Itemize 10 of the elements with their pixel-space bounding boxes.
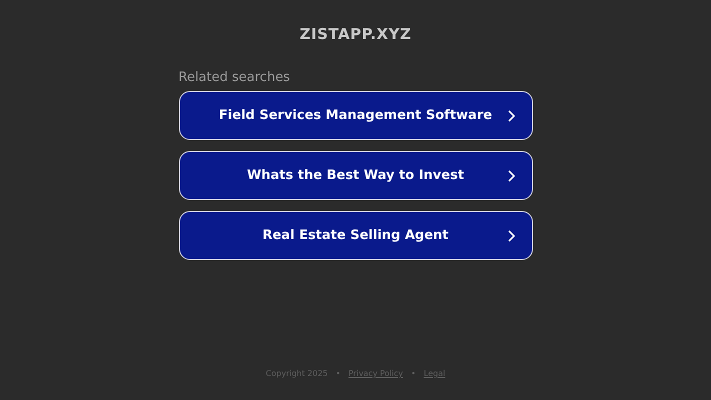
search-link-button[interactable]: Whats the Best Way to Invest [178, 151, 532, 200]
separator-dot: • [336, 369, 340, 378]
chevron-right-icon [506, 170, 514, 182]
search-link-button[interactable]: Field Services Management Software [178, 91, 532, 140]
section-heading: Related searches [178, 70, 291, 85]
chevron-right-icon [506, 230, 514, 242]
chevron-right-icon [506, 110, 514, 122]
site-title: ZISTAPP.XYZ [300, 25, 412, 43]
search-link-button[interactable]: Real Estate Selling Agent [178, 211, 532, 260]
separator-dot: • [411, 369, 416, 378]
